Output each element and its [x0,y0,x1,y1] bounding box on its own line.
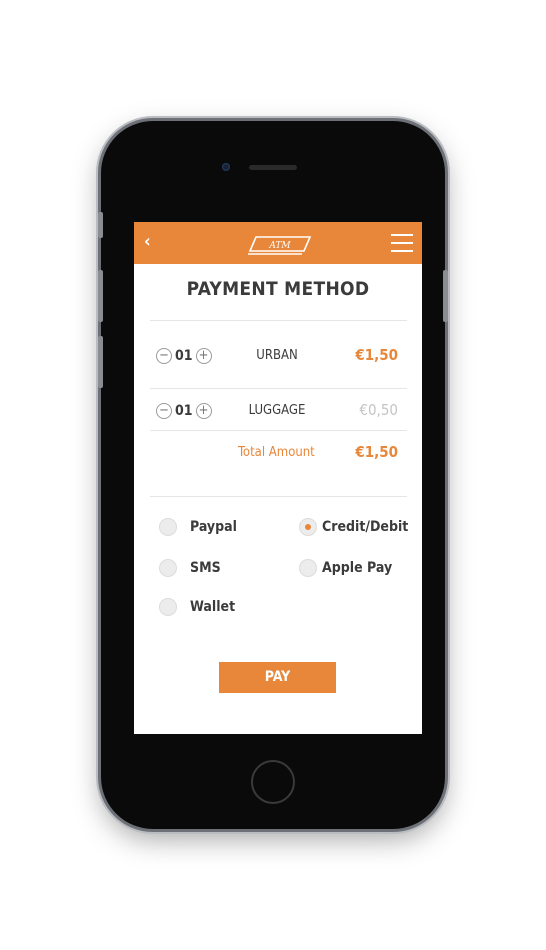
power-button [443,270,448,322]
atm-logo[interactable]: ATM [244,233,314,255]
hamburger-menu-icon[interactable] [391,234,413,252]
app-screen: ‹ ATM PAYMENT METHOD − 01 + URBAN €1,50 … [134,222,422,734]
payment-option-label: Credit/Debit [322,519,409,535]
volume-down-button [98,336,103,388]
quantity-stepper: − 01 + [156,346,212,366]
page-title: PAYMENT METHOD [186,278,370,300]
home-button[interactable] [251,760,295,804]
quantity-value: 01 [175,348,193,364]
divider [150,496,407,497]
front-camera [222,163,230,171]
total-label: Total Amount [238,445,315,460]
ticket-row-urban: − 01 + URBAN €1,50 [134,344,422,368]
payment-option-credit-debit[interactable]: Credit/Debit [299,518,408,536]
payment-option-label: SMS [190,560,221,576]
divider [150,430,407,431]
top-bar: ‹ ATM [134,222,422,264]
quantity-stepper: − 01 + [156,401,212,421]
divider [150,320,407,321]
volume-up-button [98,270,103,322]
ticket-row-luggage: − 01 + LUGGAGE €0,50 [134,399,422,423]
payment-option-paypal[interactable]: Paypal [159,518,237,536]
ticket-name: LUGGAGE [248,403,306,418]
payment-option-sms[interactable]: SMS [159,559,221,577]
radio-button[interactable] [159,518,177,536]
mute-switch [98,212,103,238]
pay-button[interactable]: PAY [219,662,336,693]
ticket-name: URBAN [256,348,298,363]
plus-icon[interactable]: + [195,348,212,364]
payment-option-label: Wallet [190,599,236,615]
divider [150,388,407,389]
plus-icon[interactable]: + [195,403,212,419]
ticket-price: €1,50 [355,346,398,364]
quantity-value: 01 [175,403,193,419]
back-chevron-icon[interactable]: ‹ [144,232,151,252]
radio-button-selected[interactable] [299,518,317,536]
logo-text: ATM [268,241,291,251]
payment-option-apple-pay[interactable]: Apple Pay [299,559,392,577]
total-row: Total Amount €1,50 [134,441,422,465]
minus-icon[interactable]: − [156,348,172,364]
payment-option-wallet[interactable]: Wallet [159,598,235,616]
ticket-price: €0,50 [359,401,398,419]
minus-icon[interactable]: − [156,403,172,419]
payment-option-label: Paypal [190,519,237,535]
payment-option-label: Apple Pay [322,560,393,576]
radio-button[interactable] [159,598,177,616]
radio-button[interactable] [159,559,177,577]
earpiece-speaker [249,165,297,170]
radio-button[interactable] [299,559,317,577]
total-value: €1,50 [355,443,398,461]
